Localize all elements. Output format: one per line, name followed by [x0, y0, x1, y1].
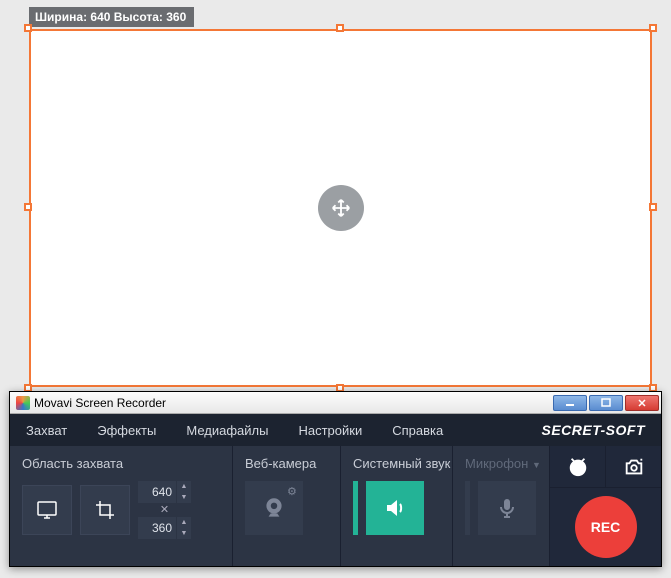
times-icon: ✕ [160, 505, 169, 515]
menu-capture[interactable]: Захват [26, 423, 67, 438]
gear-icon[interactable]: ⚙ [287, 485, 299, 497]
webcam-icon [261, 495, 287, 521]
system-audio-label: Системный звук [353, 456, 440, 471]
speaker-icon [383, 496, 407, 520]
chevron-up-icon: ▲ [177, 481, 191, 492]
system-audio-toggle-button[interactable] [366, 481, 424, 535]
height-spinner[interactable]: ▲▼ [177, 517, 191, 539]
capture-region[interactable]: Ширина: 640 Высота: 360 [29, 29, 652, 387]
microphone-slider[interactable] [465, 481, 470, 535]
width-input[interactable]: 640 [138, 481, 176, 503]
resize-handle-tr[interactable] [649, 24, 657, 32]
capture-area-label: Область захвата [22, 456, 220, 471]
chevron-down-icon: ▼ [177, 528, 191, 539]
record-label: REC [591, 519, 621, 535]
alarm-icon [567, 456, 589, 478]
fullscreen-button[interactable] [22, 485, 72, 535]
system-audio-slider[interactable] [353, 481, 358, 535]
minimize-icon [564, 399, 576, 407]
close-icon [636, 398, 648, 408]
close-button[interactable] [625, 395, 659, 411]
monitor-icon [35, 498, 59, 522]
height-input[interactable]: 360 [138, 517, 176, 539]
move-capture-button[interactable] [318, 185, 364, 231]
crop-icon [93, 498, 117, 522]
panel-system-audio: Системный звук [341, 446, 453, 566]
menu-help[interactable]: Справка [392, 423, 443, 438]
move-icon [330, 197, 352, 219]
resize-handle-t[interactable] [336, 24, 344, 32]
record-button[interactable]: REC [575, 496, 637, 558]
webcam-label: Веб-камера [245, 456, 328, 471]
panels-row: Область захвата 640 ▲▼ ✕ 360 ▲▼ [10, 446, 661, 566]
width-spinner[interactable]: ▲▼ [177, 481, 191, 503]
crop-button[interactable] [80, 485, 130, 535]
recorder-window: Movavi Screen Recorder Захват Эффекты Ме… [9, 391, 662, 567]
chevron-down-icon[interactable]: ▼ [532, 460, 541, 470]
microphone-icon [495, 496, 519, 520]
app-icon [16, 396, 30, 410]
dimension-badge: Ширина: 640 Высота: 360 [29, 7, 194, 27]
microphone-toggle-button[interactable] [478, 481, 536, 535]
resize-handle-r[interactable] [649, 203, 657, 211]
dimension-inputs: 640 ▲▼ ✕ 360 ▲▼ [138, 481, 191, 539]
window-title: Movavi Screen Recorder [34, 396, 553, 410]
menu-settings[interactable]: Настройки [298, 423, 362, 438]
chevron-up-icon: ▲ [177, 517, 191, 528]
chevron-down-icon: ▼ [177, 492, 191, 503]
panel-webcam: Веб-камера ⚙ [233, 446, 341, 566]
minimize-button[interactable] [553, 395, 587, 411]
screenshot-button[interactable] [606, 446, 661, 487]
panel-record: REC [550, 446, 661, 566]
microphone-label: Микрофон ▼ [465, 456, 537, 471]
menu-media[interactable]: Медиафайлы [186, 423, 268, 438]
panel-microphone: Микрофон ▼ [453, 446, 550, 566]
brand-label: SECRET-SOFT [541, 422, 645, 438]
maximize-button[interactable] [589, 395, 623, 411]
webcam-toggle-button[interactable]: ⚙ [245, 481, 303, 535]
menubar: Захват Эффекты Медиафайлы Настройки Спра… [10, 414, 661, 446]
maximize-icon [600, 398, 612, 408]
resize-handle-l[interactable] [24, 203, 32, 211]
titlebar[interactable]: Movavi Screen Recorder [10, 392, 661, 414]
camera-icon [623, 456, 645, 478]
panel-capture-area: Область захвата 640 ▲▼ ✕ 360 ▲▼ [10, 446, 233, 566]
menu-effects[interactable]: Эффекты [97, 423, 156, 438]
resize-handle-tl[interactable] [24, 24, 32, 32]
schedule-button[interactable] [550, 446, 606, 487]
